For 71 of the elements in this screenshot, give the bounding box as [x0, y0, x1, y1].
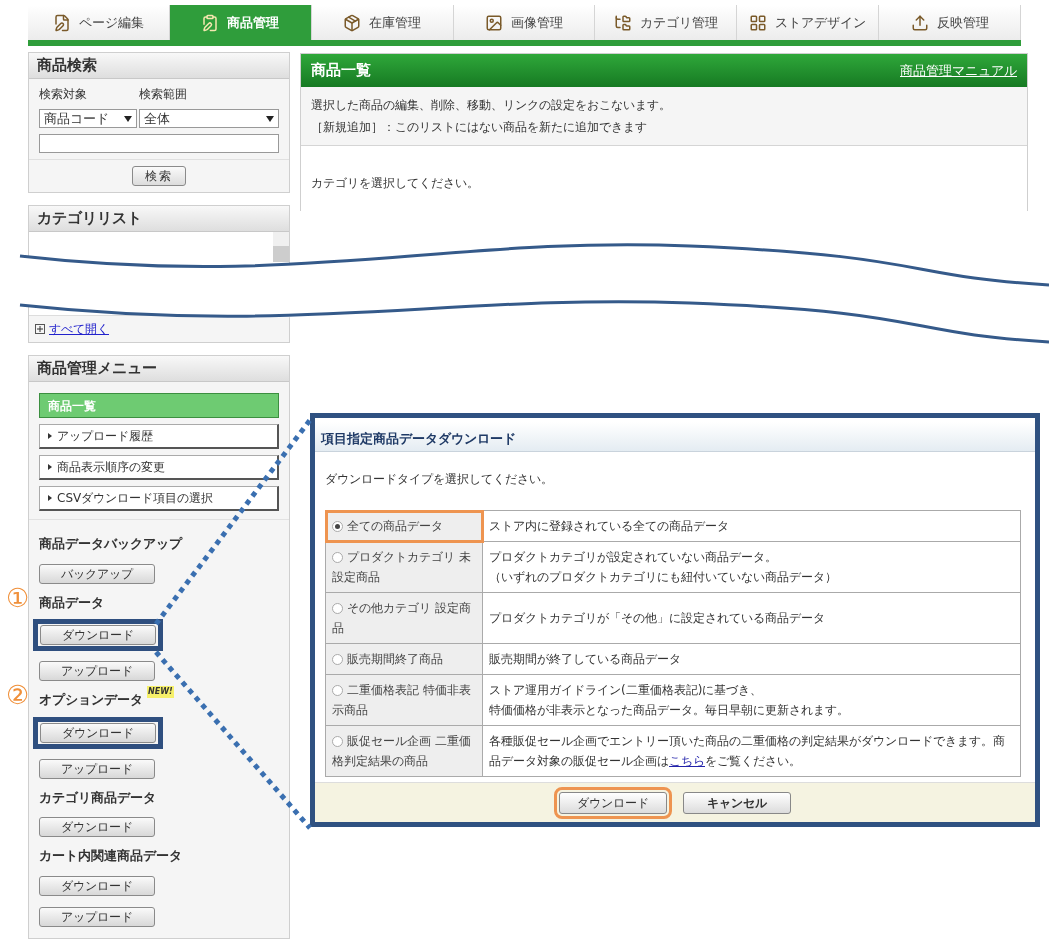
radio-button[interactable]	[332, 521, 343, 532]
option-description: 販売期間が終了している商品データ	[489, 651, 682, 668]
option-label-cell[interactable]: 販売期間終了商品	[325, 643, 483, 675]
sidebar-button[interactable]: ダウンロード	[39, 817, 155, 837]
radio-button[interactable]	[332, 603, 343, 614]
nav-tab[interactable]: ページ編集	[28, 5, 170, 40]
sidebar-button[interactable]: ダウンロード	[40, 625, 156, 645]
option-label-cell[interactable]: 全ての商品データ	[325, 510, 483, 542]
section-title: オプションデータ	[39, 691, 143, 709]
triangle-icon	[48, 464, 52, 470]
nav-tab[interactable]: 画像管理	[453, 5, 596, 40]
triangle-icon	[48, 433, 52, 439]
expand-all-link[interactable]: すべて開く	[49, 320, 109, 338]
description-text: 選択した商品の編集、削除、移動、リンクの設定をおこないます。	[311, 97, 672, 114]
nav-tab[interactable]: ストアデザイン	[737, 5, 880, 40]
option-description: ストア内に登録されている全ての商品データ	[489, 518, 730, 535]
panel-title: 商品一覧	[311, 60, 371, 82]
field-label: 検索範囲	[139, 86, 187, 103]
nav-tab[interactable]: 商品管理	[169, 5, 312, 40]
option-description: プロダクトカテゴリが「その他」に設定されている商品データ	[489, 610, 826, 627]
menu-item[interactable]: 商品表示順序の変更	[39, 455, 279, 480]
step-number: ①	[6, 584, 30, 611]
triangle-icon	[48, 495, 52, 501]
nav-tab[interactable]: 反映管理	[879, 5, 1021, 40]
box-icon	[343, 13, 362, 32]
option-label-cell[interactable]: プロダクトカテゴリ 未設定商品	[325, 541, 483, 593]
new-badge: NEW!	[147, 686, 174, 698]
option-description: ストア運用ガイドライン(二重価格表記)に基づき、 特価価格が非表示となった商品データ。毎日早朝に更新されます。	[489, 682, 850, 719]
section-title: カテゴリ商品データ	[39, 788, 156, 807]
section-title: カート内関連商品データ	[39, 847, 182, 865]
nav-tab[interactable]: カテゴリ管理	[595, 5, 738, 40]
radio-button[interactable]	[332, 552, 343, 563]
option-label-cell[interactable]: 二重価格表記 特価非表示商品	[325, 674, 483, 726]
select-dropdown[interactable]: 商品コード	[39, 109, 137, 128]
pen-document-icon	[52, 13, 71, 32]
step-number: ②	[6, 682, 30, 708]
picture-icon	[485, 13, 503, 32]
sidebar-button[interactable]: アップロード	[39, 758, 155, 779]
menu-item[interactable]: アップロード履歴	[39, 424, 279, 449]
section-title: 商品データ	[39, 593, 104, 612]
search-button[interactable]: 検索	[132, 166, 186, 186]
option-label-cell[interactable]: その他カテゴリ 設定商品	[325, 592, 483, 644]
option-description: 各種販促セール企画でエントリー頂いた商品の二重価格の判定結果がダウンロードできます。商品データ対象の販促セール企画はこちら をご覧ください。	[489, 733, 1006, 770]
dialog-button[interactable]: キャンセル	[683, 791, 791, 814]
description-text: ［新規追加］：このリストにはない商品を新たに追加できます	[311, 119, 648, 136]
sidebar-button[interactable]: アップロード	[39, 661, 155, 681]
plus-icon	[35, 324, 45, 334]
prompt-text: ダウンロードタイプを選択してください。	[324, 471, 554, 488]
sidebar-button[interactable]: アップロード	[39, 906, 155, 927]
sidebar-button[interactable]: ダウンロード	[40, 722, 156, 743]
option-label-cell[interactable]: 販促セール企画 二重価格判定結果の商品	[325, 725, 483, 777]
radio-button[interactable]	[332, 685, 343, 696]
option-description: プロダクトカテゴリが設定されていない商品データ。 （いずれのプロダクトカテゴリにも紐付いていない商品データ）	[489, 549, 838, 586]
menu-item[interactable]: CSVダウンロード項目の選択	[39, 486, 279, 511]
select-dropdown[interactable]: 全体	[139, 109, 279, 128]
message-text: カテゴリを選択してください。	[311, 176, 479, 190]
caret-icon	[266, 115, 274, 122]
radio-button[interactable]	[332, 654, 343, 665]
radio-button[interactable]	[332, 736, 343, 747]
grid-icon	[749, 13, 768, 32]
keyword-input[interactable]	[39, 134, 279, 153]
caret-icon	[124, 115, 132, 122]
section-title: 商品データバックアップ	[39, 535, 182, 553]
manual-link[interactable]: 商品管理マニュアル	[900, 60, 1017, 81]
sidebar-button[interactable]: ダウンロード	[39, 875, 155, 896]
folder-tree-icon	[613, 13, 632, 32]
nav-tab[interactable]: 在庫管理	[311, 5, 454, 40]
clipboard-pen-icon	[201, 13, 220, 32]
here-link[interactable]: こちら	[669, 754, 705, 768]
field-label: 検索対象	[39, 86, 88, 103]
sidebar-button[interactable]: バックアップ	[39, 563, 155, 584]
